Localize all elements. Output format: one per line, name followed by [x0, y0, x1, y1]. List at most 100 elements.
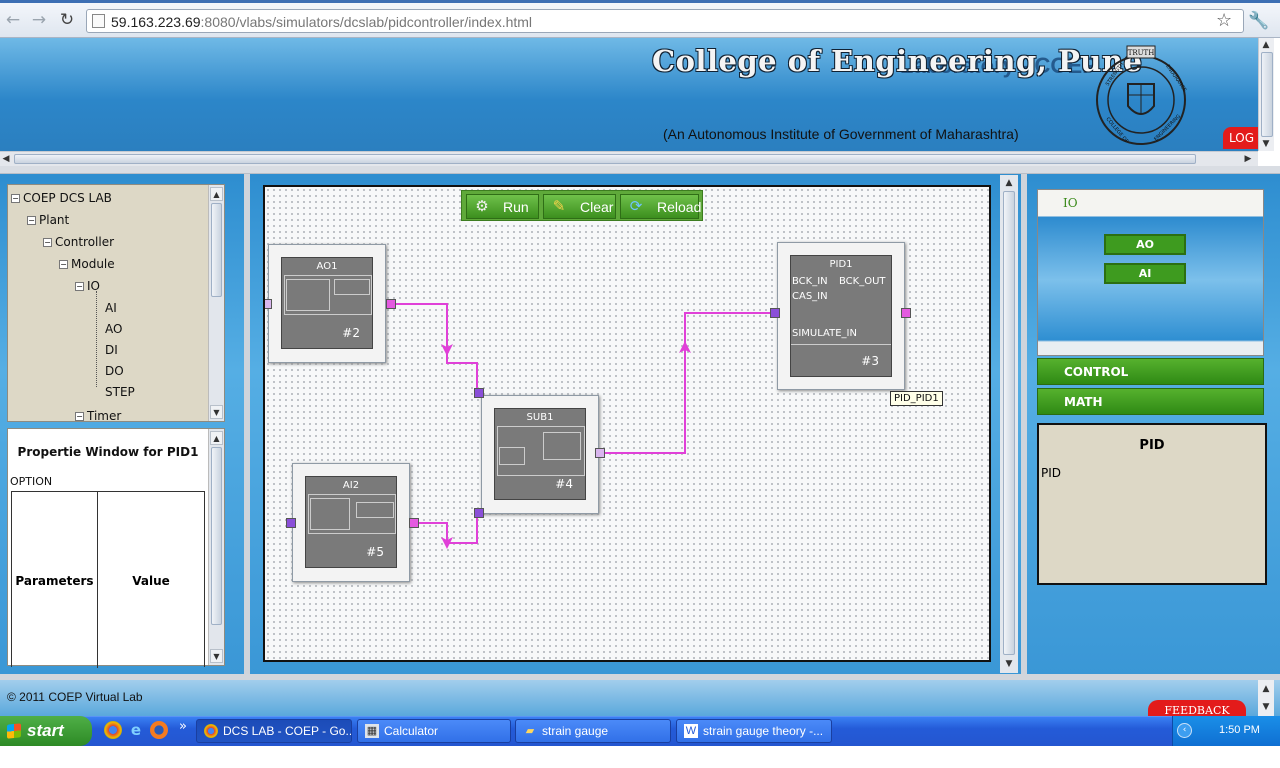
clear-button[interactable]: ✎ Clear — [543, 194, 616, 219]
scroll-down-arrow-icon[interactable]: ▼ — [1260, 700, 1272, 714]
url-path: :8080/vlabs/simulators/dcslab/pidcontrol… — [200, 14, 533, 30]
ai2-output-port[interactable] — [409, 518, 419, 528]
ai2-input-port[interactable] — [286, 518, 296, 528]
scroll-right-arrow-icon[interactable]: ▶ — [1242, 152, 1254, 166]
properties-scrollbar[interactable]: ▲ ▼ — [208, 429, 224, 665]
block-number: #4 — [555, 477, 573, 491]
tree-node-ao[interactable]: AO — [105, 322, 122, 336]
block-number: #2 — [342, 326, 360, 340]
tree-toggle-icon[interactable]: − — [75, 282, 84, 291]
scroll-up-arrow-icon[interactable]: ▲ — [210, 431, 223, 445]
top-splitter[interactable] — [0, 166, 1280, 174]
scroll-up-arrow-icon[interactable]: ▲ — [1260, 38, 1272, 52]
block-number: #3 — [861, 354, 879, 368]
back-arrow-icon[interactable]: ← — [2, 10, 24, 30]
internet-explorer-icon[interactable]: e — [127, 721, 145, 739]
sub1-input-port-1[interactable] — [474, 388, 484, 398]
logout-button[interactable]: LOG — [1223, 127, 1259, 149]
footer-scrollbar[interactable]: ▲ ▼ — [1258, 680, 1274, 716]
tree-node-do[interactable]: DO — [105, 364, 124, 378]
scrollbar-thumb[interactable] — [14, 154, 1196, 164]
wrench-icon[interactable]: 🔧 — [1248, 11, 1269, 31]
scroll-up-arrow-icon[interactable]: ▲ — [210, 187, 223, 201]
forward-arrow-icon[interactable]: → — [28, 10, 50, 30]
run-button[interactable]: ⚙ Run — [466, 194, 539, 219]
right-splitter[interactable] — [1021, 174, 1027, 676]
tree-toggle-icon[interactable]: − — [11, 194, 20, 203]
tree-toggle-icon[interactable]: − — [59, 260, 68, 269]
pid1-output-port[interactable] — [901, 308, 911, 318]
reload-button[interactable]: ⟳ Reload — [620, 194, 701, 219]
sub1-input-port-2[interactable] — [474, 508, 484, 518]
parameters-column-header: Parameters — [15, 574, 94, 588]
ao1-input-port[interactable] — [265, 299, 272, 309]
crest-motto-top: TRUTH — [1128, 49, 1155, 57]
tree-scrollbar[interactable]: ▲ ▼ — [208, 185, 224, 421]
chrome-icon — [204, 724, 218, 738]
firefox-icon[interactable] — [150, 721, 168, 739]
tree-node-ai[interactable]: AI — [105, 301, 117, 315]
chrome-icon[interactable] — [104, 721, 122, 739]
header-vertical-scrollbar[interactable]: ▲ ▼ — [1258, 38, 1274, 151]
sub1-output-port[interactable] — [595, 448, 605, 458]
control-section-button[interactable]: CONTROL — [1037, 358, 1264, 385]
properties-panel: Propertie Window for PID1 OPTION Paramet… — [7, 428, 225, 668]
scroll-down-arrow-icon[interactable]: ▼ — [210, 649, 223, 663]
header-horizontal-scrollbar[interactable]: ◀ ▶ — [0, 151, 1258, 166]
bottom-splitter[interactable] — [0, 674, 1280, 680]
scroll-up-arrow-icon[interactable]: ▲ — [1003, 176, 1015, 190]
pid-port-bck-out: BCK_OUT — [839, 276, 886, 287]
diagram-canvas[interactable]: ⚙ Run ✎ Clear ⟳ Reload AO1 #2 AI2 #5 SUB… — [263, 185, 991, 662]
tree-toggle-icon[interactable]: − — [43, 238, 52, 247]
url-text[interactable]: 59.163.223.69:8080/vlabs/simulators/dcsl… — [111, 14, 532, 30]
lab-tree-panel: − COEP DCS LAB − Plant − Controller − Module… — [7, 184, 225, 423]
task-dcs-lab[interactable]: DCS LAB - COEP - Go... — [196, 719, 352, 743]
pid1-input-port[interactable] — [770, 308, 780, 318]
scroll-left-arrow-icon[interactable]: ◀ — [0, 152, 12, 166]
reload-icon[interactable]: ↻ — [56, 10, 78, 30]
block-body: AI2 #5 — [305, 476, 397, 568]
ao1-output-port[interactable] — [386, 299, 396, 309]
tree-node-controller[interactable]: − Controller — [43, 235, 114, 249]
ai-palette-button[interactable]: AI — [1104, 263, 1186, 284]
scrollbar-thumb[interactable] — [1261, 52, 1273, 137]
task-strain-gauge-theory[interactable]: Wstrain gauge theory -... — [676, 719, 832, 743]
scrollbar-thumb[interactable] — [1003, 191, 1015, 655]
scroll-up-arrow-icon[interactable]: ▲ — [1260, 682, 1272, 696]
task-calculator[interactable]: ▦ Calculator — [357, 719, 511, 743]
tray-expand-icon[interactable]: ‹ — [1177, 723, 1192, 738]
url-host: 59.163.223.69 — [111, 14, 201, 30]
address-bar[interactable]: 59.163.223.69:8080/vlabs/simulators/dcsl… — [86, 9, 1244, 33]
scroll-down-arrow-icon[interactable]: ▼ — [210, 405, 223, 419]
tree-node-plant[interactable]: − Plant — [27, 213, 69, 227]
clock[interactable]: 1:50 PM — [1219, 724, 1260, 736]
screen-bottom-margin — [0, 746, 1280, 768]
tree-node-coep-dcs-lab[interactable]: − COEP DCS LAB — [11, 191, 112, 205]
tree-node-module[interactable]: − Module — [59, 257, 115, 271]
scrollbar-thumb[interactable] — [211, 447, 222, 625]
scrollbar-thumb[interactable] — [211, 203, 222, 297]
block-ao1[interactable]: AO1 #2 — [268, 244, 386, 363]
tree-toggle-icon[interactable]: − — [75, 412, 84, 421]
left-splitter[interactable] — [244, 174, 250, 676]
block-ai2[interactable]: AI2 #5 — [292, 463, 410, 582]
star-icon[interactable]: ☆ — [1216, 11, 1232, 31]
block-pid1[interactable]: PID1 BCK_IN BCK_OUT CAS_IN SIMULATE_IN #… — [777, 242, 905, 390]
ao-palette-button[interactable]: AO — [1104, 234, 1186, 255]
block-graphic — [286, 279, 330, 311]
quicklaunch-more-icon[interactable]: » — [174, 718, 192, 736]
tree-node-step[interactable]: STEP — [105, 385, 135, 399]
tree-node-timer[interactable]: − Timer — [75, 409, 121, 423]
scroll-down-arrow-icon[interactable]: ▼ — [1003, 657, 1015, 671]
tree-guide-line — [96, 291, 97, 387]
math-section-button[interactable]: MATH — [1037, 388, 1264, 415]
task-strain-gauge-folder[interactable]: ▰ strain gauge — [515, 719, 671, 743]
scroll-down-arrow-icon[interactable]: ▼ — [1260, 137, 1272, 151]
tree-node-di[interactable]: DI — [105, 343, 118, 357]
block-sub1[interactable]: SUB1 #4 — [481, 395, 599, 514]
tree-toggle-icon[interactable]: − — [27, 216, 36, 225]
wire-ai2-to-sub1 — [417, 522, 453, 549]
canvas-scrollbar[interactable]: ▲ ▼ — [1000, 175, 1018, 673]
block-name: PID1 — [829, 259, 853, 270]
browser-toolbar: ← → ↻ 59.163.223.69:8080/vlabs/simulator… — [0, 3, 1280, 38]
